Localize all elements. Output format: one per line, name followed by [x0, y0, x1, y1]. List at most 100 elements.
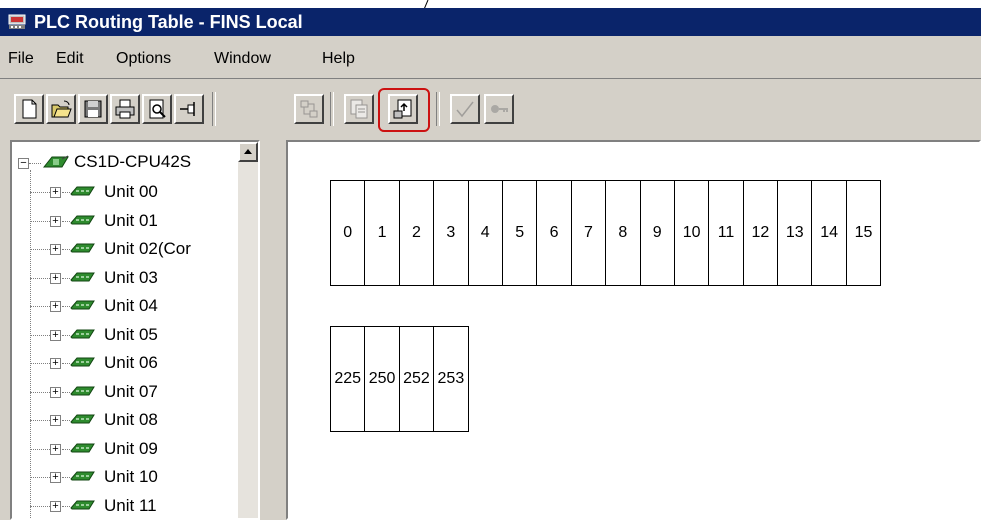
expand-icon[interactable]: +	[50, 386, 61, 398]
expand-icon[interactable]: +	[50, 244, 61, 255]
tree-unit-label: Unit 09	[104, 438, 158, 458]
routing-cell[interactable]: 6	[536, 180, 572, 286]
routing-cell[interactable]: 12	[742, 180, 779, 286]
title-bar[interactable]: PLC Routing Table - FINS Local	[0, 8, 981, 36]
tree-connector	[62, 192, 70, 193]
tree-unit-label: Unit 02(Cor	[104, 239, 191, 258]
routing-cell[interactable]: 250	[364, 326, 400, 432]
pin-button[interactable]	[174, 94, 204, 124]
tree-connector	[30, 391, 50, 393]
key-icon	[491, 105, 508, 113]
menu-file[interactable]: File	[8, 50, 34, 68]
unit-tree[interactable]: − CS1D-CPU42S + Unit 00 + Unit 01 + Unit 02(C…	[10, 140, 260, 520]
routing-cell[interactable]: 5	[501, 180, 538, 286]
scroll-up-button[interactable]	[238, 142, 258, 162]
print-preview-button[interactable]	[142, 94, 172, 124]
routing-cell[interactable]: 0	[330, 180, 366, 286]
menu-options[interactable]: Options	[116, 50, 171, 68]
tree-unit-label: Unit 05	[104, 324, 158, 344]
tree-connector	[30, 505, 50, 507]
tree-unit-item[interactable]: + Unit 08	[12, 408, 242, 436]
unit-module-icon	[70, 186, 95, 196]
tree-unit-item[interactable]: + Unit 01	[12, 209, 242, 237]
open-button[interactable]	[46, 94, 76, 124]
menu-help[interactable]: Help	[322, 50, 355, 68]
tree-unit-item[interactable]: + Unit 11	[12, 494, 242, 519]
tree-unit-item[interactable]: + Unit 03	[12, 266, 242, 294]
pane-splitter[interactable]	[262, 140, 284, 520]
routing-row-relay: 225 250 252 253	[330, 326, 469, 432]
tree-unit-item[interactable]: + Unit 07	[12, 380, 242, 408]
compare-icon	[350, 99, 368, 119]
network-button[interactable]	[294, 94, 324, 124]
collapse-icon[interactable]: −	[18, 158, 29, 169]
menu-edit[interactable]: Edit	[56, 50, 84, 68]
compare-button[interactable]	[344, 94, 374, 124]
print-button[interactable]	[110, 94, 140, 124]
tree-unit-label: Unit 00	[104, 182, 158, 201]
floppy-disk-icon	[84, 100, 102, 118]
tree-unit-item[interactable]: + Unit 09	[12, 437, 242, 465]
expand-icon[interactable]: +	[50, 329, 61, 341]
routing-cell[interactable]: 253	[433, 326, 469, 432]
unit-module-icon	[70, 471, 95, 481]
routing-table-pane[interactable]: 0 1 2 3 4 5 6 7 8 9 10 11 12 13 14 15 225 250 252 253	[286, 140, 981, 520]
unit-module-icon	[70, 500, 95, 509]
routing-cell[interactable]: 252	[398, 326, 435, 432]
routing-cell[interactable]: 8	[605, 180, 641, 286]
expand-icon[interactable]: +	[50, 301, 61, 312]
tree-connector	[30, 277, 50, 279]
routing-cell[interactable]: 2	[398, 180, 435, 286]
new-file-button[interactable]	[14, 94, 44, 124]
arrow-up-icon	[244, 149, 252, 154]
routing-cell[interactable]: 4	[467, 180, 503, 286]
tree-vertical-scrollbar[interactable]	[238, 142, 258, 518]
routing-cell[interactable]: 10	[673, 180, 710, 286]
menu-bar: File Edit Options Window Help	[0, 38, 981, 79]
routing-cell[interactable]: 13	[777, 180, 813, 286]
expand-icon[interactable]: +	[50, 358, 61, 369]
key-button[interactable]	[484, 94, 514, 124]
expand-icon[interactable]: +	[50, 415, 61, 426]
tree-unit-item[interactable]: + Unit 02(Cor	[12, 237, 242, 265]
pin-icon	[180, 102, 195, 116]
routing-cell[interactable]: 225	[330, 326, 366, 432]
tree-connector	[62, 220, 70, 222]
routing-cell[interactable]: 7	[570, 180, 607, 286]
expand-icon[interactable]: +	[50, 472, 61, 483]
menu-window[interactable]: Window	[214, 50, 271, 68]
tree-unit-item[interactable]: + Unit 10	[12, 465, 242, 493]
tree-unit-item[interactable]: + Unit 00	[12, 180, 242, 208]
tree-connector	[62, 477, 70, 478]
expand-icon[interactable]: +	[50, 500, 61, 512]
tree-root[interactable]: − CS1D-CPU42S	[12, 152, 242, 180]
expand-icon[interactable]: +	[50, 187, 61, 198]
routing-cell[interactable]: 1	[364, 180, 400, 286]
save-button[interactable]	[78, 94, 108, 124]
plc-cpu-icon	[42, 155, 69, 168]
tree-unit-label: Unit 10	[104, 467, 158, 486]
tree-unit-label: Unit 01	[104, 210, 158, 230]
routing-cell[interactable]: 14	[811, 180, 847, 286]
expand-icon[interactable]: +	[50, 443, 61, 455]
network-icon	[300, 100, 318, 118]
plc-app-icon	[8, 14, 26, 29]
tree-unit-item[interactable]: + Unit 05	[12, 323, 242, 351]
new-file-icon	[22, 99, 37, 119]
unit-module-icon	[70, 300, 95, 310]
tree-unit-item[interactable]: + Unit 04	[12, 294, 242, 322]
routing-cell[interactable]: 9	[639, 180, 675, 286]
tree-connector	[30, 477, 50, 478]
expand-icon[interactable]: +	[50, 272, 61, 284]
routing-cell[interactable]: 15	[845, 180, 882, 286]
routing-cell[interactable]: 3	[433, 180, 469, 286]
tree-connector	[30, 249, 50, 250]
routing-cell[interactable]: 11	[708, 180, 744, 286]
window-title: PLC Routing Table - FINS Local	[34, 12, 303, 32]
unit-module-icon	[70, 272, 95, 281]
tree-unit-label: Unit 07	[104, 381, 158, 401]
check-button[interactable]	[450, 94, 480, 124]
tree-unit-item[interactable]: + Unit 06	[12, 351, 242, 379]
expand-icon[interactable]: +	[50, 215, 61, 227]
tree-connector	[29, 163, 41, 164]
